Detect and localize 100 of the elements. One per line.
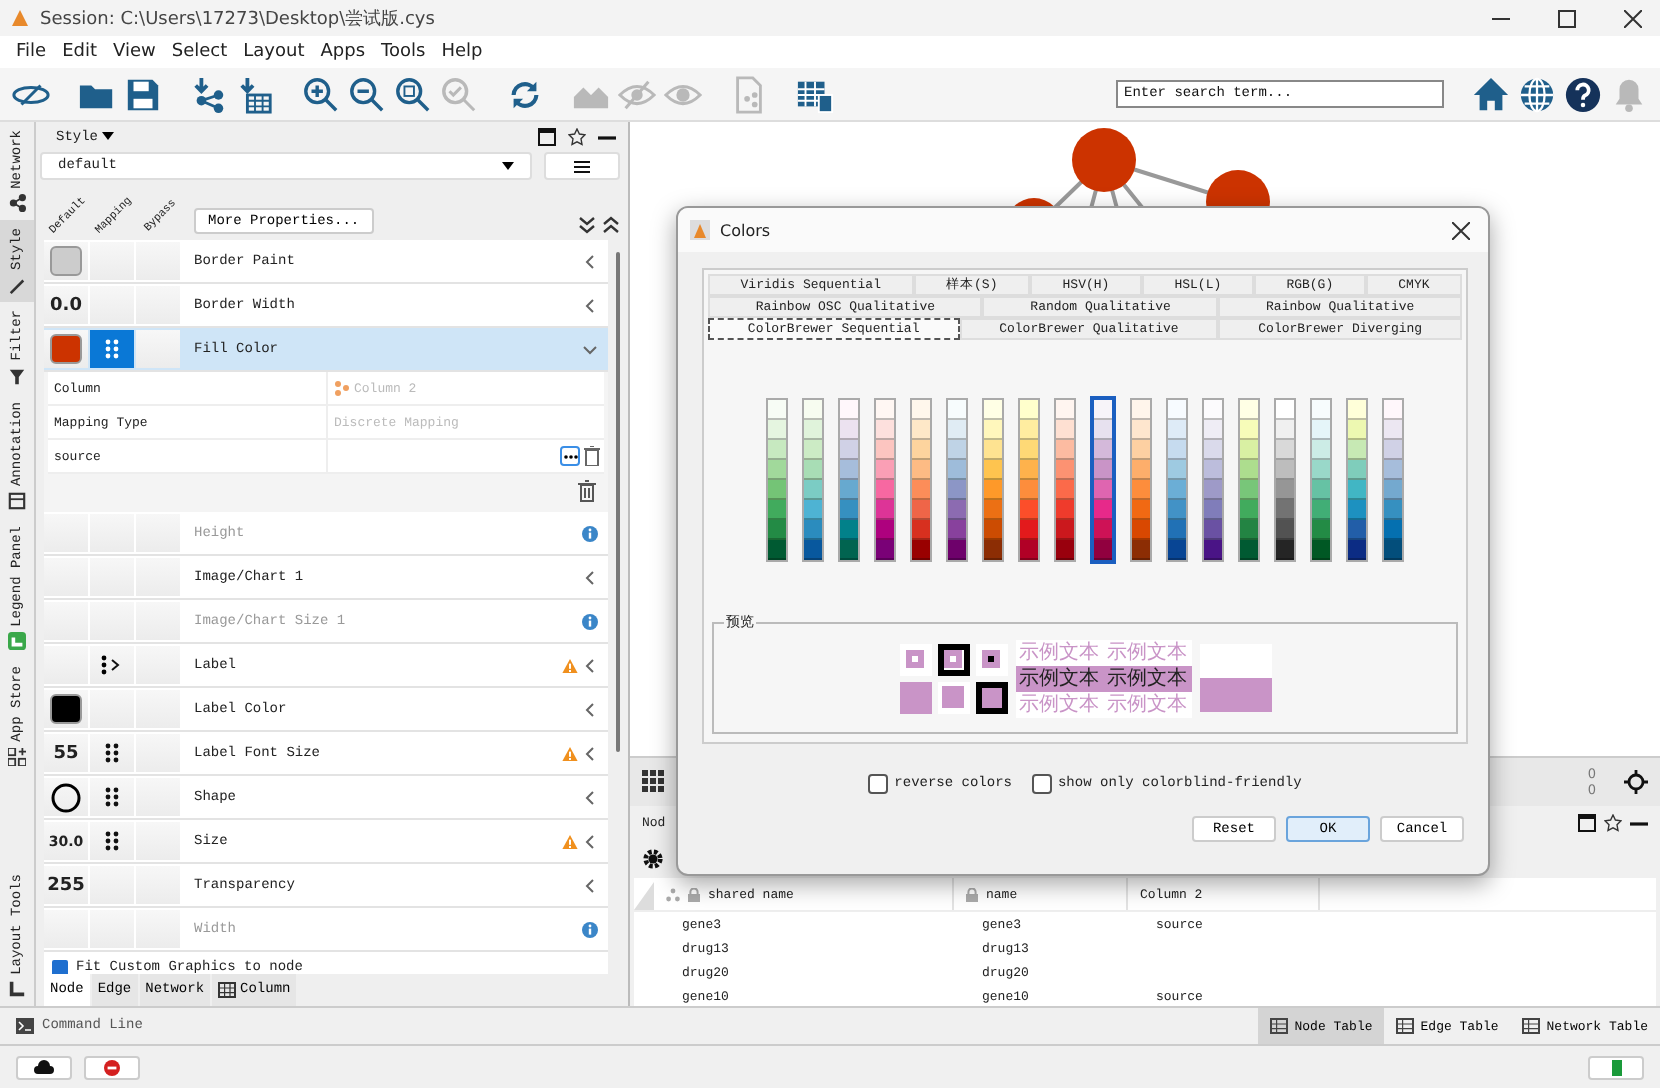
chevron-left-icon[interactable]	[582, 833, 598, 849]
trash-icon[interactable]	[584, 446, 600, 466]
checkbox[interactable]	[52, 960, 68, 974]
memory-button[interactable]	[1588, 1055, 1644, 1079]
window-icon[interactable]	[538, 127, 556, 145]
grid-icon[interactable]	[642, 770, 666, 794]
palette-swatch[interactable]	[910, 397, 932, 561]
default-cell[interactable]	[44, 646, 88, 684]
palette-swatch[interactable]	[838, 397, 860, 561]
mapping-cell[interactable]	[90, 330, 134, 368]
default-cell[interactable]	[44, 330, 88, 368]
default-cell[interactable]: 0.0	[44, 286, 88, 324]
bypass-cell[interactable]	[136, 778, 180, 816]
palette-swatch[interactable]	[1346, 397, 1368, 561]
default-cell[interactable]: 255	[44, 866, 88, 904]
mapping-cell[interactable]	[90, 286, 134, 324]
palette-swatch[interactable]	[1018, 397, 1040, 561]
crosshair-icon[interactable]	[1624, 770, 1648, 794]
default-cell[interactable]	[44, 778, 88, 816]
mapping-cell[interactable]	[90, 866, 134, 904]
window-icon[interactable]	[1578, 813, 1596, 831]
home-icon[interactable]	[1472, 75, 1510, 113]
menu-item[interactable]: File	[8, 42, 55, 62]
checkbox[interactable]	[868, 774, 889, 794]
palette-swatch[interactable]	[766, 397, 788, 561]
palette-swatch[interactable]	[1238, 397, 1260, 561]
scrollbar-thumb[interactable]	[616, 252, 620, 752]
bypass-cell[interactable]	[136, 734, 180, 772]
palette-swatch[interactable]	[1310, 397, 1332, 561]
menu-item[interactable]: Help	[433, 42, 491, 62]
menu-item[interactable]: Edit	[54, 42, 105, 62]
palette-swatch[interactable]	[982, 397, 1004, 561]
zoom-fit-icon[interactable]	[394, 75, 432, 113]
chevron-left-icon[interactable]	[582, 657, 598, 673]
menu-item[interactable]: View	[105, 42, 164, 62]
default-cell[interactable]	[44, 558, 88, 596]
expand-all-icon[interactable]	[578, 216, 596, 234]
chevron-left-icon[interactable]	[582, 701, 598, 717]
mapping-cell[interactable]	[90, 822, 134, 860]
trash-icon[interactable]	[578, 480, 596, 502]
menu-item[interactable]: Layout	[235, 42, 313, 62]
menu-item[interactable]: Tools	[373, 42, 434, 62]
bypass-cell[interactable]	[136, 822, 180, 860]
palette-swatch[interactable]	[802, 397, 824, 561]
arrow-network-icon[interactable]	[190, 75, 228, 113]
mapping-cell[interactable]	[90, 558, 134, 596]
mapping-cell[interactable]	[90, 646, 134, 684]
palette-swatch[interactable]	[1130, 397, 1152, 561]
zoom-out-icon[interactable]	[348, 75, 386, 113]
mapping-cell[interactable]	[90, 242, 134, 280]
funnel-icon	[8, 367, 26, 386]
mapping-cell[interactable]	[90, 734, 134, 772]
lock-icon	[688, 887, 700, 901]
cloud-button[interactable]	[16, 1055, 72, 1079]
menu-icon	[574, 159, 590, 173]
stop-button[interactable]	[84, 1055, 140, 1079]
checkbox[interactable]	[1031, 774, 1052, 794]
palette-swatch[interactable]	[1166, 397, 1188, 561]
pin-icon[interactable]	[568, 127, 586, 145]
default-cell[interactable]: 55	[44, 734, 88, 772]
collapse-all-icon[interactable]	[602, 216, 620, 234]
menu-button[interactable]	[544, 152, 620, 180]
circle-icon	[50, 781, 82, 813]
share-icon	[8, 194, 26, 213]
default-cell[interactable]	[44, 242, 88, 280]
palette-swatch[interactable]	[1274, 397, 1296, 561]
bypass-cell[interactable]	[136, 286, 180, 324]
edit-button[interactable]	[560, 446, 580, 466]
zoom-in-icon[interactable]	[302, 75, 340, 113]
globe-icon[interactable]	[1518, 75, 1556, 113]
mapping-cell[interactable]	[90, 778, 134, 816]
chevron-left-icon[interactable]	[582, 253, 598, 269]
palette-swatch[interactable]	[1054, 397, 1076, 561]
menu-item[interactable]: Apps	[312, 42, 374, 62]
menu-item[interactable]: Select	[163, 42, 236, 62]
help-icon[interactable]	[1564, 75, 1602, 113]
bypass-cell[interactable]	[136, 330, 180, 368]
bypass-cell[interactable]	[136, 646, 180, 684]
chevron-down-icon[interactable]	[582, 341, 598, 357]
bypass-cell[interactable]	[136, 558, 180, 596]
palette-swatch[interactable]	[1202, 397, 1224, 561]
chevron-left-icon[interactable]	[582, 297, 598, 313]
palette-swatch[interactable]	[946, 397, 968, 561]
chevron-left-icon[interactable]	[582, 877, 598, 893]
default-cell[interactable]	[44, 690, 88, 728]
palette-swatch[interactable]	[1090, 395, 1116, 563]
palette-swatch[interactable]	[874, 397, 896, 561]
palette-swatch[interactable]	[1382, 397, 1404, 561]
bypass-cell[interactable]	[136, 242, 180, 280]
arrow-table-icon[interactable]	[236, 75, 274, 113]
mapping-cell[interactable]	[90, 690, 134, 728]
chevron-left-icon[interactable]	[582, 789, 598, 805]
bypass-cell[interactable]	[136, 690, 180, 728]
bypass-cell[interactable]	[136, 866, 180, 904]
memory-bar-icon	[1611, 1059, 1621, 1075]
pin-icon[interactable]	[1604, 813, 1622, 831]
chevron-left-icon[interactable]	[582, 745, 598, 761]
chevron-left-icon[interactable]	[582, 569, 598, 585]
caret-icon[interactable]	[102, 131, 115, 139]
settings-icon[interactable]	[642, 847, 664, 869]
